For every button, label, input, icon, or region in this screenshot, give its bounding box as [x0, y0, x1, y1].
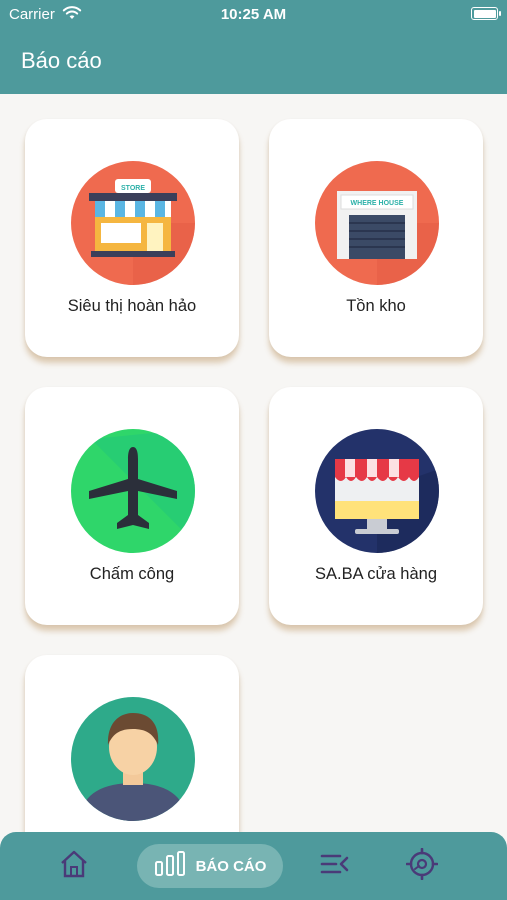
card-label: Chấm công	[89, 565, 175, 583]
airplane-icon	[71, 429, 195, 553]
clock: 10:25 AM	[220, 6, 287, 23]
store-icon: STORE	[71, 161, 195, 285]
store-sign: STORE	[121, 185, 145, 192]
menu-list-icon	[320, 852, 350, 881]
warehouse-icon: WHERE HOUSE	[315, 161, 439, 285]
gear-icon	[405, 847, 439, 885]
shop-screen-icon	[315, 429, 439, 553]
card-user[interactable]	[25, 655, 239, 832]
card-label: Tồn kho	[346, 297, 406, 315]
card-label: Siêu thị hoàn hảo	[67, 297, 197, 315]
tab-menu[interactable]	[313, 844, 357, 888]
status-bar: Carrier 10:25 AM	[0, 0, 507, 30]
bottom-tab-bar: BÁO CÁO	[0, 832, 507, 900]
warehouse-sign: WHERE HOUSE	[351, 200, 404, 207]
tab-report-label: BÁO CÁO	[195, 857, 267, 875]
tab-report[interactable]: BÁO CÁO	[137, 844, 283, 888]
app-header: Báo cáo	[0, 30, 507, 94]
page-title: Báo cáo	[21, 48, 102, 73]
card-cham-cong[interactable]: Chấm công	[25, 387, 239, 625]
home-icon	[58, 849, 90, 884]
card-sieu-thi[interactable]: STORE Siêu thị hoàn hảo	[25, 119, 239, 357]
battery-icon	[471, 7, 501, 20]
report-grid: STORE Siêu thị hoàn hảo WHERE HOUSE Tồn …	[0, 94, 507, 832]
tab-home[interactable]	[52, 844, 96, 888]
user-avatar-icon	[71, 697, 195, 821]
card-label: SA.BA cửa hàng	[314, 565, 438, 583]
card-saba-cua-hang[interactable]: SA.BA cửa hàng	[269, 387, 483, 625]
tab-settings[interactable]	[400, 844, 444, 888]
card-ton-kho[interactable]: WHERE HOUSE Tồn kho	[269, 119, 483, 357]
bar-chart-icon	[154, 850, 186, 882]
